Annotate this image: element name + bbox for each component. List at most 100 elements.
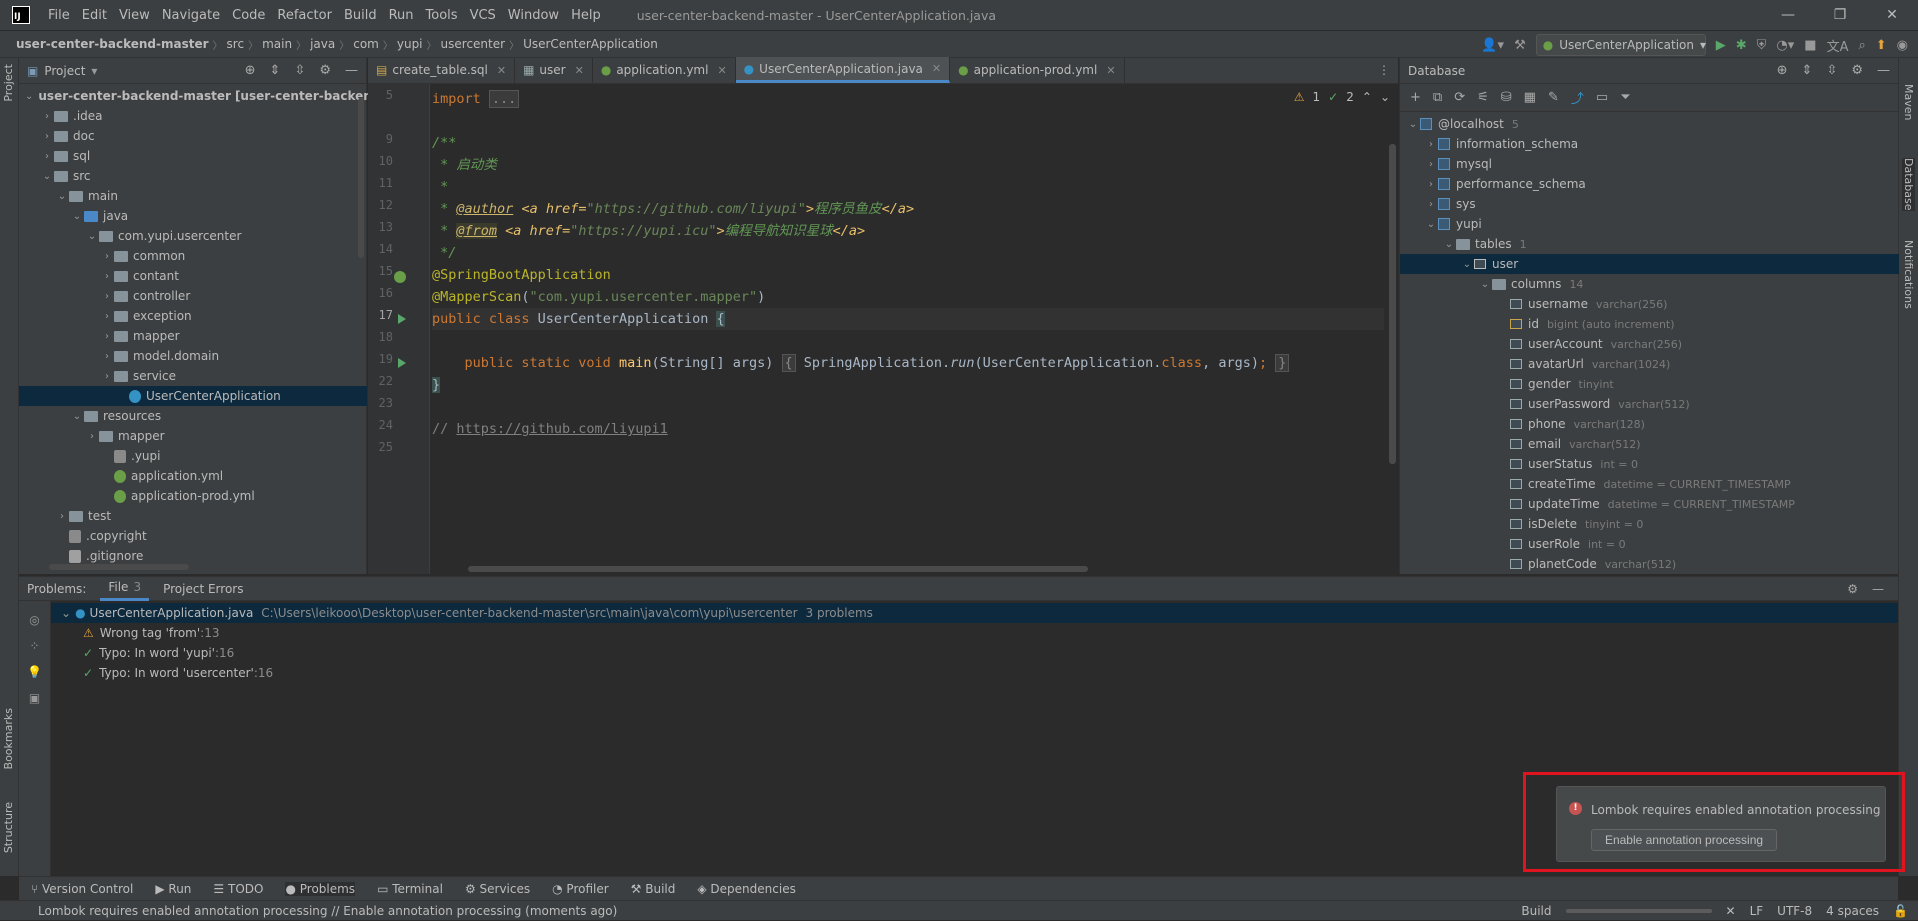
close-icon[interactable]: ✕ bbox=[717, 64, 726, 77]
database-tree-item[interactable]: isDelete tinyint = 0 bbox=[1400, 514, 1899, 534]
database-tree-item[interactable]: updateTime datetime = CURRENT_TIMESTAMP bbox=[1400, 494, 1899, 514]
tree-item[interactable]: › service bbox=[19, 366, 367, 386]
refresh-icon[interactable]: ⟳ bbox=[1454, 90, 1465, 105]
jump-icon[interactable]: ⤴ bbox=[1571, 88, 1584, 107]
code-content[interactable]: import ... /** * 启动类 * * @author <a href… bbox=[432, 84, 1384, 574]
chevron-right-icon[interactable]: › bbox=[100, 371, 114, 382]
chevron-down-icon[interactable]: ⌄ bbox=[85, 231, 99, 242]
database-tree-item[interactable]: planetCode varchar(512) bbox=[1400, 554, 1899, 574]
collapse-all-icon[interactable]: ⇳ bbox=[294, 63, 305, 78]
inspection-widget[interactable]: ⚠ 1 ✓ 2 ⌃ ⌄ bbox=[1294, 90, 1390, 104]
database-tree-item[interactable]: email varchar(512) bbox=[1400, 434, 1899, 454]
database-tree-item[interactable]: gender tinyint bbox=[1400, 374, 1899, 394]
tab-user[interactable]: ▦ user ✕ bbox=[515, 57, 593, 83]
disconnect-icon[interactable]: ⛁ bbox=[1501, 90, 1512, 105]
project-tool-tab[interactable]: Project bbox=[2, 64, 15, 102]
hide-icon[interactable]: — bbox=[1877, 63, 1890, 78]
maven-tool-tab[interactable]: Maven bbox=[1902, 84, 1915, 120]
chevron-down-icon[interactable]: ▾ bbox=[91, 64, 97, 78]
lock-icon[interactable]: 🔓 bbox=[1893, 904, 1908, 918]
close-icon[interactable]: ✕ bbox=[1106, 64, 1115, 77]
database-tree-item[interactable]: avatarUrl varchar(1024) bbox=[1400, 354, 1899, 374]
breadcrumb-item[interactable]: usercenter bbox=[437, 37, 510, 51]
menu-tools[interactable]: Tools bbox=[420, 8, 464, 23]
database-tree-item[interactable]: ⌄ yupi bbox=[1400, 214, 1899, 234]
database-tree-item[interactable]: id bigint (auto increment) bbox=[1400, 314, 1899, 334]
menu-edit[interactable]: Edit bbox=[76, 8, 113, 23]
translate-icon[interactable]: 文A bbox=[1827, 36, 1849, 55]
tool-profiler[interactable]: ◔ Profiler bbox=[552, 882, 609, 896]
collapse-all-icon[interactable]: ⇳ bbox=[1826, 63, 1837, 78]
tab-application-prod-yml[interactable]: ● application-prod.yml ✕ bbox=[950, 57, 1125, 83]
hammer-icon[interactable]: ⚒ bbox=[1514, 38, 1526, 53]
menu-refactor[interactable]: Refactor bbox=[271, 8, 338, 23]
tool-dependencies[interactable]: ◈ Dependencies bbox=[697, 882, 795, 896]
chevron-right-icon[interactable]: › bbox=[100, 351, 114, 362]
chevron-down-icon[interactable]: ⌄ bbox=[1478, 279, 1492, 290]
database-tree-item[interactable]: ⌄ columns 14 bbox=[1400, 274, 1899, 294]
menu-vcs[interactable]: VCS bbox=[464, 8, 502, 23]
close-icon[interactable]: ✕ bbox=[497, 64, 506, 77]
close-icon[interactable]: ✕ bbox=[932, 62, 941, 75]
chevron-right-icon[interactable]: › bbox=[1424, 159, 1438, 170]
chevron-right-icon[interactable]: › bbox=[1424, 199, 1438, 210]
tree-item[interactable]: › mapper bbox=[19, 326, 367, 346]
tree-item[interactable]: ⌄ resources bbox=[19, 406, 367, 426]
database-tree-item[interactable]: username varchar(256) bbox=[1400, 294, 1899, 314]
chevron-down-icon[interactable]: ⌄ bbox=[1460, 259, 1474, 270]
menu-navigate[interactable]: Navigate bbox=[156, 8, 226, 23]
schema-icon[interactable]: ⚟ bbox=[1477, 90, 1489, 105]
filter-icon[interactable]: ⏷ bbox=[1620, 90, 1630, 105]
coverage-icon[interactable]: ⛨ bbox=[1757, 38, 1767, 53]
problem-item[interactable]: ✓ Typo: In word 'yupi' :16 bbox=[83, 643, 234, 663]
minimize-icon[interactable]: — bbox=[1762, 0, 1814, 30]
preview-icon[interactable]: ▣ bbox=[19, 691, 50, 705]
gear-icon[interactable]: ⚙ bbox=[1847, 582, 1858, 596]
chevron-right-icon[interactable]: › bbox=[40, 131, 54, 142]
tool-services[interactable]: ⚙ Services bbox=[465, 882, 530, 896]
edit-icon[interactable]: ✎ bbox=[1548, 90, 1559, 105]
editor-horizontal-scrollbar[interactable] bbox=[468, 566, 1088, 572]
database-tree-item[interactable]: userStatus int = 0 bbox=[1400, 454, 1899, 474]
copy-icon[interactable]: ⧉ bbox=[1433, 90, 1442, 105]
chevron-right-icon[interactable]: › bbox=[40, 151, 54, 162]
breadcrumb-item[interactable]: com bbox=[349, 37, 383, 51]
tool-run[interactable]: ▶ Run bbox=[155, 882, 191, 896]
eye-icon[interactable]: ◎ bbox=[19, 613, 50, 627]
run-configuration-select[interactable]: ● UserCenterApplication ▾ bbox=[1535, 34, 1706, 56]
chevron-down-icon[interactable]: ⌄ bbox=[25, 91, 33, 102]
database-tree-item[interactable]: phone varchar(128) bbox=[1400, 414, 1899, 434]
close-icon[interactable]: ✕ bbox=[575, 64, 584, 77]
expand-all-icon[interactable]: ⇕ bbox=[270, 63, 281, 78]
problem-item[interactable]: ⚠ Wrong tag 'from' :13 bbox=[83, 623, 219, 643]
locate-icon[interactable]: ⊕ bbox=[245, 63, 256, 78]
chevron-down-icon[interactable]: ⌄ bbox=[70, 211, 84, 222]
database-tree-item[interactable]: ⌄ tables 1 bbox=[1400, 234, 1899, 254]
tree-item[interactable]: › doc bbox=[19, 126, 367, 146]
globe-icon[interactable]: ⊕ bbox=[1777, 63, 1788, 78]
tree-item[interactable]: › model.domain bbox=[19, 346, 367, 366]
tree-item[interactable]: UserCenterApplication bbox=[19, 386, 367, 406]
breadcrumb-item[interactable]: user-center-backend-master bbox=[12, 37, 213, 51]
tool-build[interactable]: ⚒ Build bbox=[631, 882, 676, 896]
bookmarks-tool-tab[interactable]: Bookmarks bbox=[2, 708, 15, 769]
chevron-right-icon[interactable]: › bbox=[100, 251, 114, 262]
chevron-down-icon[interactable]: ⌄ bbox=[1442, 239, 1456, 250]
profile-icon[interactable]: ◔▾ bbox=[1776, 38, 1794, 53]
status-message[interactable]: Lombok requires enabled annotation proce… bbox=[38, 904, 617, 918]
database-tree-item[interactable]: › mysql bbox=[1400, 154, 1899, 174]
stop-icon[interactable]: ■ bbox=[1804, 38, 1816, 53]
tree-item[interactable]: ⌄ main bbox=[19, 186, 367, 206]
database-tree-item[interactable]: › information_schema bbox=[1400, 134, 1899, 154]
spring-bean-icon[interactable] bbox=[394, 271, 406, 283]
project-panel-title[interactable]: Project bbox=[44, 64, 85, 78]
chevron-down-icon[interactable]: ⌄ bbox=[61, 606, 71, 620]
tab-file[interactable]: File 3 bbox=[100, 577, 150, 601]
database-tree-item[interactable]: › sys bbox=[1400, 194, 1899, 214]
user-icon[interactable]: 👤▾ bbox=[1481, 38, 1504, 53]
gear-icon[interactable]: ⚙ bbox=[319, 63, 331, 78]
chevron-right-icon[interactable]: › bbox=[1424, 139, 1438, 150]
tab-create-table-sql[interactable]: ▤ create_table.sql ✕ bbox=[368, 57, 516, 83]
status-indent[interactable]: 4 spaces bbox=[1826, 904, 1879, 918]
tree-item[interactable]: ⌄ src bbox=[19, 166, 367, 186]
